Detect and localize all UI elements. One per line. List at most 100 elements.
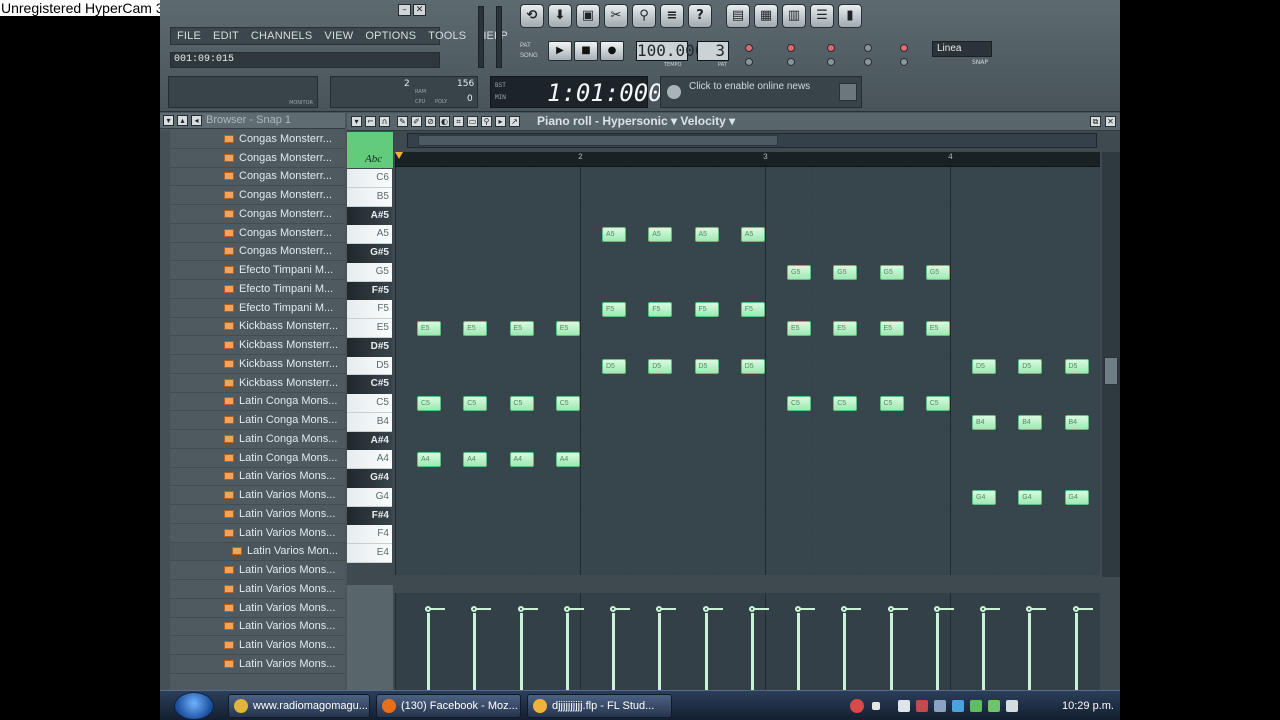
- velocity-handle[interactable]: [933, 606, 940, 612]
- browser-item[interactable]: Congas Monsterr...: [170, 243, 345, 262]
- brush-icon[interactable]: ✐: [411, 116, 422, 127]
- step-sequencer-icon[interactable]: ▦: [754, 4, 778, 28]
- note-grid[interactable]: E5 E5 E5 E5 C5 C5 C5 C5 A4 A4 A4 A4 A5 A5 A5 A5 F5 F5 F5 F5…: [395, 167, 1100, 575]
- note[interactable]: G5: [879, 264, 904, 280]
- note[interactable]: E5: [509, 321, 534, 336]
- magnet-icon[interactable]: ⌐: [365, 116, 376, 127]
- note[interactable]: F5: [740, 302, 765, 318]
- note[interactable]: C5: [787, 396, 811, 411]
- velocity-handle[interactable]: [517, 606, 524, 612]
- note[interactable]: A4: [555, 452, 580, 468]
- browser-item[interactable]: Latin Conga Mons...: [170, 411, 345, 430]
- piano-key[interactable]: A5: [347, 225, 392, 244]
- record-option-6[interactable]: [745, 58, 753, 66]
- note[interactable]: F5: [648, 302, 673, 318]
- mixer-icon[interactable]: ▮: [838, 4, 862, 28]
- velocity-bar[interactable]: [1028, 613, 1032, 690]
- note[interactable]: G5: [925, 264, 950, 280]
- master-volume-slider[interactable]: [478, 6, 484, 68]
- browser-scrollbar[interactable]: [160, 130, 170, 690]
- tray-icon-4[interactable]: [952, 700, 964, 712]
- velocity-handle[interactable]: [748, 606, 755, 612]
- vscroll-thumb[interactable]: [1104, 357, 1118, 385]
- piano-keyboard[interactable]: C6 B5 A#5 A5 G#5 G5 F#5 F5 E5 D#5 D5 C#5 C5 B4 A#4 A4 G#…: [347, 167, 392, 575]
- close-roll-icon[interactable]: ✕: [1105, 116, 1116, 127]
- record-option-7[interactable]: [787, 58, 795, 66]
- browser-item[interactable]: Congas Monsterr...: [170, 224, 345, 243]
- browser-item[interactable]: Kickbass Monsterr...: [170, 318, 345, 337]
- arrow-icon[interactable]: ↗: [509, 116, 520, 127]
- note[interactable]: G4: [972, 489, 996, 505]
- velocity-bar[interactable]: [797, 613, 800, 690]
- piano-roll-param[interactable]: Velocity: [680, 114, 725, 128]
- note[interactable]: D5: [1064, 358, 1089, 374]
- note[interactable]: G5: [787, 264, 811, 280]
- velocity-handle[interactable]: [887, 606, 894, 612]
- vertical-scrollbar[interactable]: [1102, 152, 1120, 577]
- note[interactable]: A5: [740, 227, 765, 243]
- velocity-bar[interactable]: [982, 613, 985, 690]
- slice-icon[interactable]: ⌗: [453, 116, 464, 127]
- note[interactable]: A4: [463, 452, 488, 468]
- piano-key[interactable]: G#4: [347, 469, 392, 488]
- piano-key[interactable]: A#4: [347, 431, 392, 451]
- stop-button[interactable]: ■: [574, 41, 598, 61]
- browser-item[interactable]: Latin Varios Mons...: [170, 580, 345, 599]
- note[interactable]: A5: [602, 227, 626, 243]
- help-icon[interactable]: ?: [688, 4, 712, 28]
- note[interactable]: E5: [463, 321, 488, 336]
- taskbar-chrome[interactable]: www.radiomagomagu...: [228, 694, 370, 718]
- tempo-display[interactable]: 100.000: [636, 41, 704, 61]
- velocity-handle[interactable]: [841, 606, 848, 612]
- browser-item[interactable]: Kickbass Monsterr...: [170, 355, 345, 374]
- zoom-icon[interactable]: ⚲: [481, 116, 492, 127]
- browser-item[interactable]: Congas Monsterr...: [170, 130, 345, 149]
- piano-key[interactable]: F#5: [347, 281, 392, 301]
- stop-tray-icon[interactable]: [872, 702, 880, 710]
- velocity-bar[interactable]: [889, 613, 893, 690]
- velocity-handle[interactable]: [563, 606, 570, 612]
- playlist-icon[interactable]: ▤: [726, 4, 750, 28]
- note[interactable]: A4: [509, 452, 534, 468]
- play-icon[interactable]: ▸: [495, 116, 506, 127]
- velocity-bar[interactable]: [704, 613, 708, 690]
- clock[interactable]: 10:29 p.m.: [1020, 691, 1120, 720]
- note[interactable]: C5: [417, 396, 441, 411]
- velocity-handle[interactable]: [980, 606, 986, 612]
- browser-item[interactable]: Kickbass Monsterr...: [170, 336, 345, 355]
- pencil-icon[interactable]: ✎: [397, 116, 408, 127]
- browser-menu-icon[interactable]: ▾: [163, 115, 174, 126]
- taskbar-firefox[interactable]: (130) Facebook - Moz...: [376, 694, 521, 718]
- browser-back-icon[interactable]: ◂: [191, 115, 202, 126]
- snap-icon[interactable]: ∩: [379, 116, 390, 127]
- minimize-icon[interactable]: –: [398, 4, 411, 16]
- piano-key[interactable]: C6: [347, 169, 392, 188]
- note[interactable]: C5: [925, 396, 950, 411]
- note[interactable]: B4: [1018, 414, 1043, 430]
- note[interactable]: E5: [417, 321, 441, 336]
- render-icon[interactable]: ▣: [576, 4, 600, 28]
- note[interactable]: F5: [694, 302, 719, 318]
- save-icon[interactable]: ⬇: [548, 4, 572, 28]
- note[interactable]: C5: [879, 396, 904, 411]
- piano-key[interactable]: B5: [347, 187, 392, 207]
- piano-key[interactable]: C#5: [347, 375, 392, 394]
- browser-item[interactable]: Efecto Timpani M...: [170, 280, 345, 299]
- piano-key[interactable]: F4: [347, 525, 392, 544]
- note[interactable]: A5: [694, 227, 719, 243]
- note[interactable]: D5: [648, 358, 673, 374]
- velocity-bar[interactable]: [612, 613, 615, 690]
- velocity-bar[interactable]: [427, 613, 430, 690]
- browser-item[interactable]: Latin Varios Mons...: [170, 505, 345, 524]
- note[interactable]: E5: [787, 321, 811, 336]
- browser-item[interactable]: Kickbass Monsterr...: [170, 374, 345, 393]
- record-option-5[interactable]: [900, 44, 908, 52]
- piano-roll-title[interactable]: Piano roll - Hypersonic ▾ Velocity ▾: [537, 114, 735, 128]
- master-pitch-slider[interactable]: [496, 6, 502, 68]
- velocity-handle[interactable]: [795, 606, 801, 612]
- piano-key[interactable]: G5: [347, 262, 392, 282]
- piano-key[interactable]: G4: [347, 487, 392, 507]
- velocity-handle[interactable]: [1026, 606, 1033, 612]
- browser-item[interactable]: Latin Varios Mons...: [170, 655, 345, 674]
- velocity-bar[interactable]: [750, 613, 754, 690]
